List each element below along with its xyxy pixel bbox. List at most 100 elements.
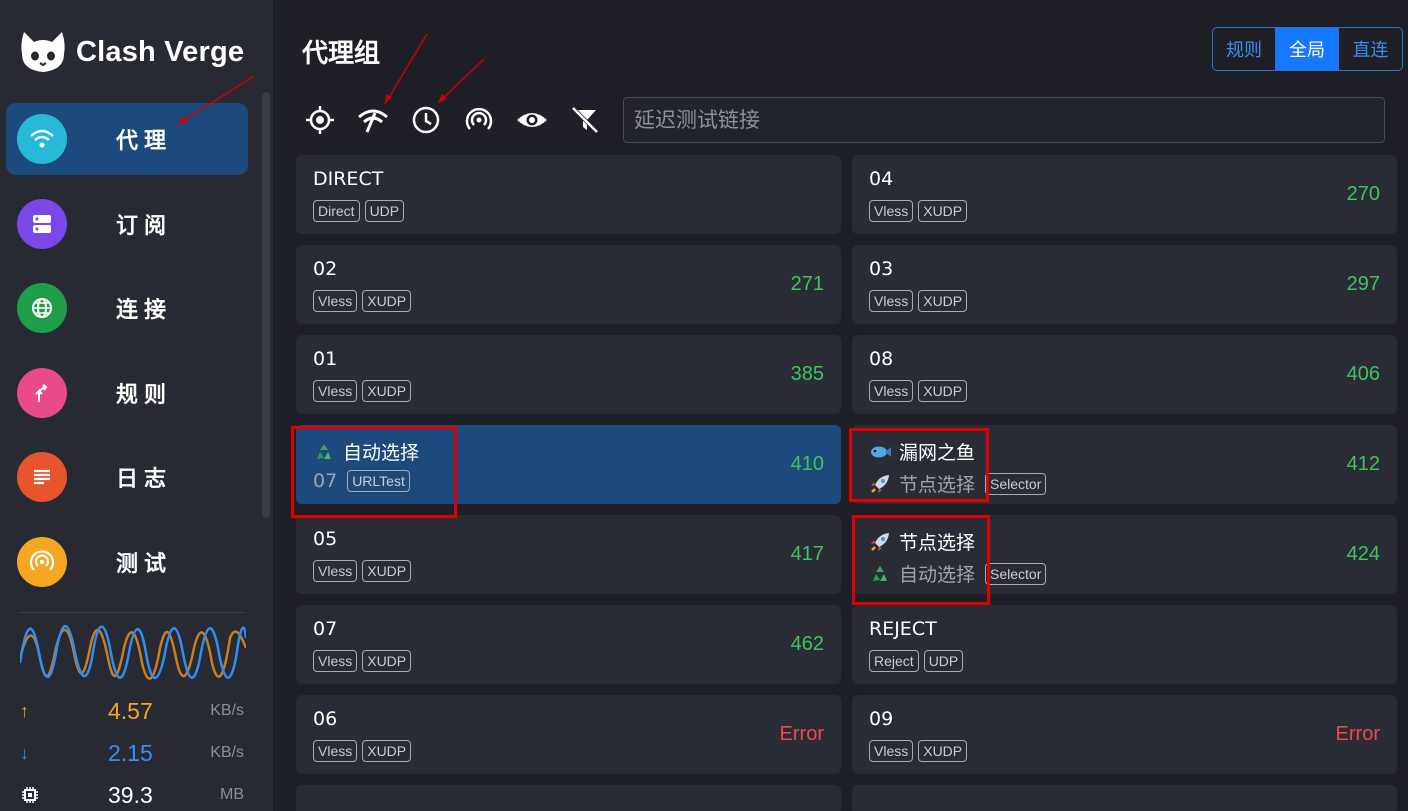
sort-by-delay-button[interactable]	[409, 103, 443, 137]
locate-button[interactable]	[303, 103, 337, 137]
proxy-name-text: REJECT	[869, 618, 937, 640]
proxy-type-badge: Selector	[985, 472, 1047, 495]
proxy-delay[interactable]: 271	[791, 273, 824, 296]
proxy-type-badge: XUDP	[362, 380, 412, 402]
proxy-type-badge: Vless	[313, 290, 358, 312]
test-url-button[interactable]	[462, 103, 496, 137]
clock-icon	[412, 106, 440, 134]
download-arrow-icon: ↓	[20, 742, 29, 763]
proxy-type-badge: Selector	[985, 562, 1047, 585]
download-unit: KB/s	[210, 744, 244, 761]
proxy-type-badge: XUDP	[918, 740, 968, 762]
proxy-card[interactable]: 07 Vless XUDP 462	[296, 605, 841, 684]
proxy-card[interactable]: DIRECT Direct UDP	[296, 155, 841, 234]
proxy-card[interactable]: 01 Vless XUDP 385	[296, 335, 841, 414]
sidebar: Clash Verge 代理 订阅 连接 规则 日志 测试 ↑ 4.57 KB/s ↓ 2…	[0, 0, 274, 811]
proxy-name: 09	[869, 708, 893, 730]
upload-stat: ↑ 4.57 KB/s	[20, 696, 246, 726]
proxy-delay[interactable]: Error	[780, 723, 824, 746]
proxy-card[interactable]: 04 Vless XUDP 270	[852, 155, 1397, 234]
proxy-card[interactable]: 03 Vless XUDP 297	[852, 245, 1397, 324]
proxy-delay[interactable]: 412	[1347, 453, 1380, 476]
proxy-type-badge: Vless	[313, 650, 358, 672]
proxy-type-badge: XUDP	[362, 740, 412, 762]
proxy-name-text: 自动选择	[343, 442, 420, 464]
chip-icon	[22, 787, 38, 803]
fork-icon	[17, 367, 67, 418]
proxy-meta: 节点选择 Selector	[869, 470, 1051, 497]
delay-check-button[interactable]	[356, 103, 390, 137]
proxy-meta: Vless XUDP	[869, 200, 972, 222]
proxy-delay[interactable]: 424	[1347, 543, 1380, 566]
proxy-type-badge: Vless	[313, 740, 358, 762]
proxy-delay[interactable]: 406	[1347, 363, 1380, 386]
proxy-card[interactable]: 02 Vless XUDP 271	[296, 245, 841, 324]
proxy-meta: Vless XUDP	[313, 290, 416, 312]
proxy-delay[interactable]: 270	[1347, 183, 1380, 206]
sidebar-scrollbar[interactable]	[262, 92, 270, 518]
mode-button[interactable]: 全局	[1276, 28, 1339, 70]
mode-button[interactable]: 直连	[1339, 28, 1402, 70]
proxy-type-badge: XUDP	[918, 380, 968, 402]
proxy-type-badge: Vless	[869, 290, 914, 312]
proxy-name: 08	[869, 348, 893, 370]
server-icon	[17, 198, 67, 249]
proxy-type-badge: Direct	[313, 200, 360, 222]
sidebar-item-2[interactable]: 连接	[6, 272, 248, 344]
proxy-delay[interactable]: 410	[791, 453, 824, 476]
proxy-type-badge: XUDP	[362, 560, 412, 582]
proxy-meta: Direct UDP	[313, 200, 409, 222]
sidebar-item-label: 订阅	[116, 213, 173, 239]
proxy-delay[interactable]: Error	[1336, 723, 1380, 746]
sidebar-item-3[interactable]: 规则	[6, 357, 248, 429]
filter-button[interactable]	[568, 103, 602, 137]
proxy-meta: 07 URLTest	[313, 470, 415, 492]
proxy-delay[interactable]: 417	[791, 543, 824, 566]
wifi-icon	[17, 114, 67, 164]
proxy-delay[interactable]: 385	[791, 363, 824, 386]
proxy-type-badge: XUDP	[362, 290, 412, 312]
proxy-name: REJECT	[869, 618, 937, 640]
proxy-name: 02	[313, 258, 337, 280]
proxy-card[interactable]: 05 Vless XUDP 417	[296, 515, 841, 594]
proxy-current-node-text: 节点选择	[899, 474, 976, 496]
proxy-type-badge: Vless	[869, 380, 914, 402]
proxy-delay[interactable]: 462	[791, 633, 824, 656]
proxy-current-node-text: 07	[313, 470, 338, 492]
sidebar-item-4[interactable]: 日志	[6, 441, 248, 513]
memory-value: 39.3	[108, 781, 153, 808]
sidebar-item-5[interactable]: 测试	[6, 526, 248, 598]
memory-stat: 39.3 MB	[20, 780, 246, 810]
fish-icon	[869, 441, 891, 463]
proxy-card[interactable]: 08 Vless XUDP 406	[852, 335, 1397, 414]
upload-unit: KB/s	[210, 702, 244, 719]
delay-test-url-input[interactable]	[623, 97, 1385, 143]
proxy-card[interactable]: 自动选择 07 URLTest 410	[296, 425, 841, 504]
proxy-card[interactable]: REJECT Reject UDP	[852, 605, 1397, 684]
download-stat: ↓ 2.15 KB/s	[20, 738, 246, 768]
proxy-name: 06	[313, 708, 337, 730]
signal-icon	[17, 536, 67, 587]
mode-button[interactable]: 规则	[1213, 28, 1276, 70]
proxy-card-partial[interactable]	[852, 785, 1397, 811]
cat-logo-icon	[21, 32, 65, 72]
proxy-current-node: 自动选择	[869, 560, 975, 587]
app-window: Clash Verge 代理 订阅 连接 规则 日志 测试 ↑ 4.57 KB/s ↓ 2…	[0, 0, 1408, 811]
proxy-name: 漏网之鱼	[869, 438, 975, 465]
proxy-delay[interactable]: 297	[1347, 273, 1380, 296]
proxy-name-text: 漏网之鱼	[899, 442, 976, 464]
sidebar-item-1[interactable]: 订阅	[6, 188, 248, 260]
proxy-card[interactable]: 漏网之鱼节点选择 Selector 412	[852, 425, 1397, 504]
proxy-meta: Vless XUDP	[869, 740, 972, 762]
proxy-name: DIRECT	[313, 168, 383, 190]
show-details-button[interactable]	[515, 103, 549, 137]
proxy-meta: Vless XUDP	[313, 740, 416, 762]
proxy-meta: 自动选择 Selector	[869, 560, 1051, 587]
proxy-card-partial[interactable]	[296, 785, 841, 811]
proxy-name-text: 03	[869, 258, 894, 280]
proxy-card[interactable]: 09 Vless XUDP Error	[852, 695, 1397, 774]
sidebar-item-0[interactable]: 代理	[6, 103, 248, 175]
proxy-type-badge: Vless	[313, 560, 358, 582]
proxy-card[interactable]: 06 Vless XUDP Error	[296, 695, 841, 774]
proxy-card[interactable]: 节点选择 自动选择 Selector 424	[852, 515, 1397, 594]
